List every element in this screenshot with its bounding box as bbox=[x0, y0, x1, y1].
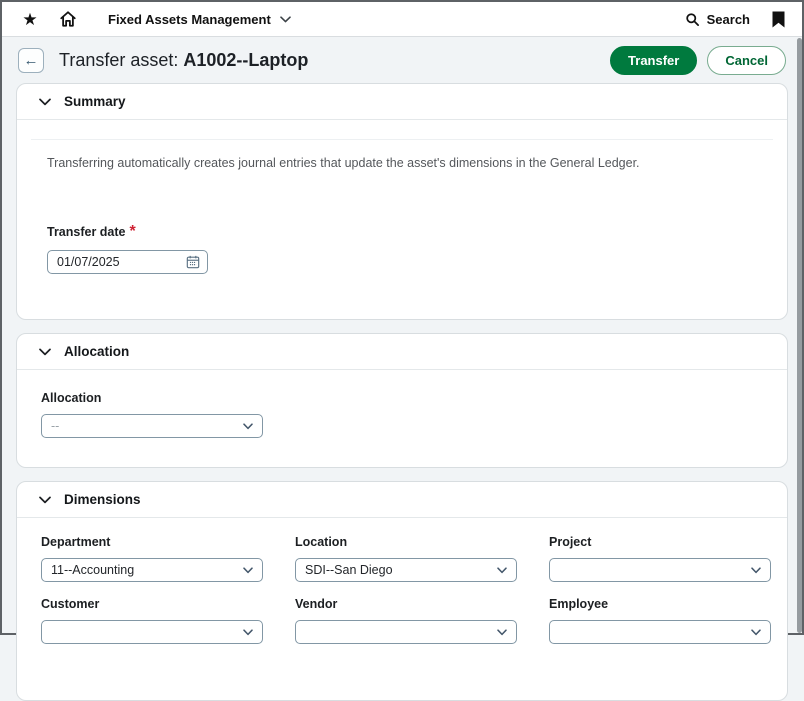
location-select[interactable]: SDI--San Diego bbox=[295, 558, 517, 582]
home-button[interactable] bbox=[54, 5, 82, 33]
transfer-date-label: Transfer date bbox=[47, 225, 126, 239]
chevron-down-icon bbox=[497, 567, 507, 574]
department-label: Department bbox=[41, 535, 263, 549]
chevron-down-icon bbox=[280, 16, 291, 23]
page-title: Transfer asset:A1002--Laptop bbox=[59, 50, 308, 71]
employee-select[interactable] bbox=[549, 620, 771, 644]
project-label: Project bbox=[549, 535, 771, 549]
chevron-down-icon bbox=[751, 629, 761, 636]
location-label: Location bbox=[295, 535, 517, 549]
vendor-label: Vendor bbox=[295, 597, 517, 611]
transfer-date-field: Transfer date * 01/07/2025 bbox=[47, 223, 757, 274]
chevron-down-icon bbox=[243, 567, 253, 574]
favorites-button[interactable]: ★ bbox=[16, 5, 44, 33]
top-navigation-bar: ★ Fixed Assets Management Search bbox=[2, 2, 802, 37]
chevron-down-icon bbox=[751, 567, 761, 574]
dimensions-body: Department 11--Accounting Location SDI--… bbox=[17, 518, 787, 668]
vertical-scrollbar[interactable] bbox=[797, 38, 802, 633]
collapse-chevron-icon bbox=[39, 98, 51, 106]
search-icon bbox=[685, 12, 700, 27]
department-field: Department 11--Accounting bbox=[41, 535, 263, 582]
header-actions: Transfer Cancel bbox=[610, 46, 786, 75]
collapse-chevron-icon bbox=[39, 348, 51, 356]
vendor-select[interactable] bbox=[295, 620, 517, 644]
chevron-down-icon bbox=[497, 629, 507, 636]
summary-info-text: Transferring automatically creates journ… bbox=[47, 156, 757, 170]
allocation-section-header[interactable]: Allocation bbox=[17, 334, 787, 370]
transfer-asset-page: { "topbar": { "app_name": "Fixed Assets … bbox=[0, 0, 804, 635]
allocation-section: Allocation Allocation -- bbox=[16, 333, 788, 468]
required-marker: * bbox=[130, 223, 136, 240]
allocation-body: Allocation -- bbox=[17, 370, 787, 467]
department-select[interactable]: 11--Accounting bbox=[41, 558, 263, 582]
cancel-button[interactable]: Cancel bbox=[707, 46, 786, 75]
transfer-date-value: 01/07/2025 bbox=[57, 255, 120, 269]
star-icon: ★ bbox=[22, 11, 37, 28]
employee-label: Employee bbox=[549, 597, 771, 611]
location-value: SDI--San Diego bbox=[305, 563, 393, 577]
page-header: ← Transfer asset:A1002--Laptop Transfer … bbox=[2, 37, 802, 83]
allocation-section-title: Allocation bbox=[64, 344, 129, 359]
summary-section-title: Summary bbox=[64, 94, 126, 109]
employee-field: Employee bbox=[549, 597, 771, 644]
topbar-right-actions: Search bbox=[685, 5, 788, 33]
customer-label: Customer bbox=[41, 597, 263, 611]
allocation-label: Allocation bbox=[41, 391, 763, 405]
summary-section: Summary Transferring automatically creat… bbox=[16, 83, 788, 320]
collapse-chevron-icon bbox=[39, 496, 51, 504]
home-icon bbox=[59, 10, 77, 28]
summary-section-header[interactable]: Summary bbox=[17, 84, 787, 120]
location-field: Location SDI--San Diego bbox=[295, 535, 517, 582]
bookmarks-button[interactable] bbox=[768, 5, 788, 33]
summary-divider bbox=[31, 139, 773, 140]
search-button[interactable]: Search bbox=[685, 12, 750, 27]
dimensions-section-header[interactable]: Dimensions bbox=[17, 482, 787, 518]
customer-select[interactable] bbox=[41, 620, 263, 644]
project-select[interactable] bbox=[549, 558, 771, 582]
transfer-date-input[interactable]: 01/07/2025 bbox=[47, 250, 208, 274]
search-label: Search bbox=[707, 12, 750, 27]
app-switcher[interactable]: Fixed Assets Management bbox=[108, 12, 291, 27]
transfer-button[interactable]: Transfer bbox=[610, 46, 697, 75]
allocation-value: -- bbox=[51, 419, 59, 433]
calendar-icon[interactable] bbox=[186, 255, 200, 269]
chevron-down-icon bbox=[243, 629, 253, 636]
customer-field: Customer bbox=[41, 597, 263, 644]
allocation-select[interactable]: -- bbox=[41, 414, 263, 438]
dimensions-section-title: Dimensions bbox=[64, 492, 141, 507]
vendor-field: Vendor bbox=[295, 597, 517, 644]
back-button[interactable]: ← bbox=[18, 48, 44, 73]
bookmark-icon bbox=[772, 11, 785, 28]
app-name: Fixed Assets Management bbox=[108, 12, 271, 27]
department-value: 11--Accounting bbox=[51, 563, 134, 577]
back-arrow-icon: ← bbox=[24, 53, 39, 68]
chevron-down-icon bbox=[243, 423, 253, 430]
page-title-prefix: Transfer asset: bbox=[59, 50, 178, 70]
dimensions-section: Dimensions Department 11--Accounting Loc… bbox=[16, 481, 788, 701]
asset-name: A1002--Laptop bbox=[183, 50, 308, 70]
project-field: Project bbox=[549, 535, 771, 582]
